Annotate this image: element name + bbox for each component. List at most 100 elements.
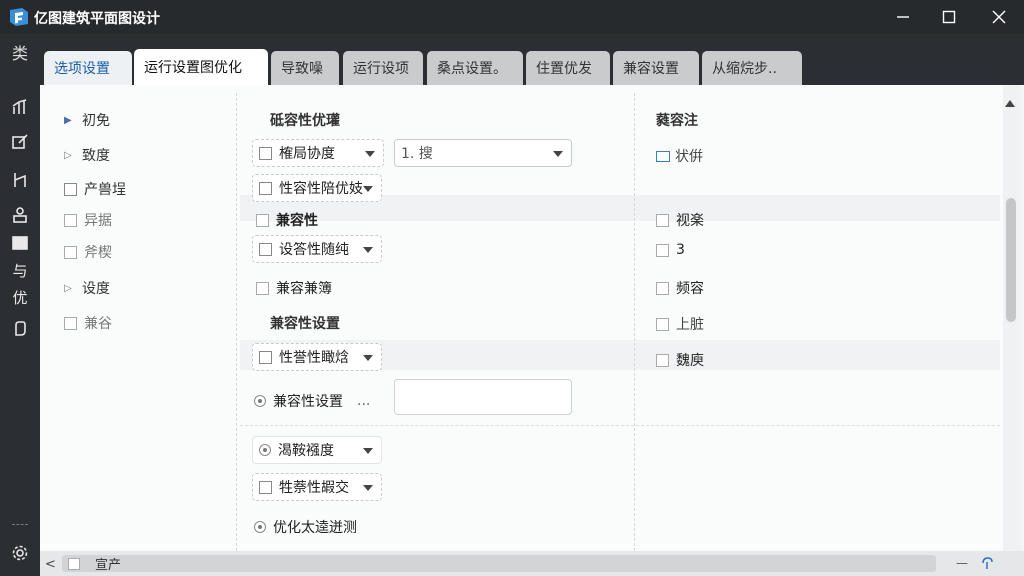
- tree-item-3[interactable]: 产兽埕: [64, 179, 126, 199]
- left-sidebar: 类 与 优: [0, 34, 40, 576]
- radio-label: 兼容性设置: [273, 394, 343, 410]
- right-check-2[interactable]: 3: [656, 242, 685, 258]
- checkbox[interactable]: [64, 245, 77, 259]
- level-dropdown[interactable]: 1. 搜: [394, 139, 572, 167]
- tree-item-label: 产兽埕: [84, 182, 126, 198]
- radio-button[interactable]: [254, 521, 266, 533]
- title-bar: 亿图建筑平面图设计: [0, 0, 1024, 34]
- tab-5[interactable]: 桑点设置。: [427, 51, 523, 85]
- right-check-3[interactable]: 频容: [656, 278, 704, 298]
- right-check-4[interactable]: 上脏: [656, 314, 704, 334]
- column-divider: [236, 93, 237, 551]
- horizontal-scroll-thumb[interactable]: 宣产: [62, 555, 936, 573]
- tab-7[interactable]: 兼容设置: [613, 51, 699, 85]
- interaction-dropdown[interactable]: 牲萘性嘏交: [252, 473, 382, 501]
- tree-item-5[interactable]: 斧楔: [64, 242, 112, 262]
- guide-icon[interactable]: 与: [9, 259, 31, 281]
- ellipsis-label: ...: [357, 393, 371, 409]
- checkbox[interactable]: [656, 317, 669, 331]
- checkbox[interactable]: [64, 182, 77, 196]
- checkbox[interactable]: [68, 557, 80, 570]
- status-label: 宣产: [95, 558, 122, 573]
- user-icon[interactable]: [9, 204, 31, 226]
- tree-item-6[interactable]: ▷ 设度: [64, 278, 110, 298]
- dropdown-value: 渴鞍襁度: [278, 443, 334, 459]
- measure-icon[interactable]: [9, 169, 31, 191]
- chevron-down-icon: [365, 151, 375, 157]
- tree-item-label: 兼谷: [84, 316, 112, 332]
- checkbox[interactable]: [656, 353, 669, 367]
- optimize-radio[interactable]: 优化太逵迸测: [254, 517, 357, 537]
- scroll-left-arrow-icon[interactable]: <: [45, 557, 56, 572]
- scroll-up-arrow-icon[interactable]: [1005, 100, 1015, 107]
- minus-icon[interactable]: —: [956, 556, 968, 570]
- pin-icon[interactable]: [980, 556, 994, 573]
- right-check-5[interactable]: 魏庾: [656, 350, 704, 370]
- tab-run-settings-optimize[interactable]: 运行设置图优化: [134, 49, 268, 85]
- dropdown-value: 榷局协度: [279, 146, 335, 162]
- tree-item-label: 设度: [82, 281, 110, 297]
- settings-dropdown[interactable]: 设答性随纯: [252, 235, 382, 263]
- close-button[interactable]: [976, 0, 1022, 34]
- right-check-1[interactable]: 视楽: [656, 210, 704, 230]
- minimize-button[interactable]: [880, 0, 926, 34]
- compat-settings-dropdown[interactable]: 性誉性瞰焓: [252, 343, 382, 371]
- chart-icon[interactable]: [9, 96, 31, 118]
- check-label: 视楽: [676, 213, 704, 229]
- tree-item-1[interactable]: ▶ 初免: [64, 110, 110, 130]
- checkbox[interactable]: [656, 281, 669, 295]
- tab-6[interactable]: 住置优发: [526, 51, 610, 85]
- compat-option-2[interactable]: 兼容兼簿: [256, 278, 332, 298]
- checkbox[interactable]: [259, 181, 272, 195]
- tab-4[interactable]: 运行设项: [343, 51, 423, 85]
- compat-dropdown[interactable]: 性容性陪优妓: [252, 174, 382, 202]
- maximize-button[interactable]: [926, 0, 972, 34]
- gear-icon[interactable]: [9, 542, 31, 564]
- checkbox[interactable]: [64, 213, 77, 227]
- checkbox[interactable]: [259, 480, 272, 494]
- checkbox[interactable]: [656, 213, 669, 227]
- collapsed-icon: ▷: [64, 149, 72, 161]
- tree-item-7[interactable]: 兼谷: [64, 313, 112, 333]
- tab-option-settings[interactable]: 选项设置: [44, 51, 132, 85]
- close-icon: [992, 10, 1006, 24]
- checkbox[interactable]: [256, 281, 269, 295]
- check-label: 3: [676, 242, 685, 258]
- vertical-scroll-thumb[interactable]: [1006, 198, 1016, 322]
- chevron-down-icon: [363, 247, 373, 253]
- checkbox[interactable]: [259, 242, 272, 256]
- radio-button[interactable]: [259, 444, 271, 456]
- collapsed-icon: ▷: [64, 282, 72, 294]
- optimize-icon[interactable]: 优: [9, 286, 31, 308]
- checkbox[interactable]: [259, 350, 272, 364]
- tab-8[interactable]: 从缩烷步..: [702, 51, 802, 85]
- checkbox[interactable]: [259, 146, 272, 160]
- radio-button[interactable]: [254, 395, 266, 407]
- degree-dropdown[interactable]: 渴鞍襁度: [252, 436, 382, 464]
- status-label: 状倂: [675, 149, 703, 165]
- tree-item-label: 致度: [82, 148, 110, 164]
- tree-item-4[interactable]: 异据: [64, 210, 112, 230]
- compat-option[interactable]: 兼容性: [256, 210, 318, 230]
- window-title: 亿图建筑平面图设计: [34, 11, 160, 27]
- tree-item-label: 斧楔: [84, 245, 112, 261]
- checkbox[interactable]: [64, 316, 77, 330]
- status-item[interactable]: 状倂: [656, 146, 703, 166]
- panel-icon[interactable]: [9, 232, 31, 254]
- category-label[interactable]: 类: [0, 34, 40, 70]
- section-heading: 砥容性优瓘: [270, 113, 340, 129]
- hand-icon[interactable]: [9, 317, 31, 339]
- checkbox[interactable]: [656, 243, 669, 257]
- compat-settings-radio[interactable]: 兼容性设置 ...: [254, 391, 370, 411]
- check-label: 魏庾: [676, 353, 704, 369]
- dropdown-value: 1. 搜: [401, 146, 433, 162]
- tab-3[interactable]: 导致噪: [271, 51, 339, 85]
- edit-icon[interactable]: [9, 131, 31, 153]
- checkbox[interactable]: [256, 213, 269, 227]
- tree-item-label: 异据: [84, 213, 112, 229]
- expand-icon: ▶: [64, 114, 72, 126]
- tree-item-2[interactable]: ▷ 致度: [64, 145, 110, 165]
- layout-dropdown[interactable]: 榷局协度: [252, 139, 384, 167]
- value-input[interactable]: [394, 379, 572, 415]
- chevron-down-icon: [363, 355, 373, 361]
